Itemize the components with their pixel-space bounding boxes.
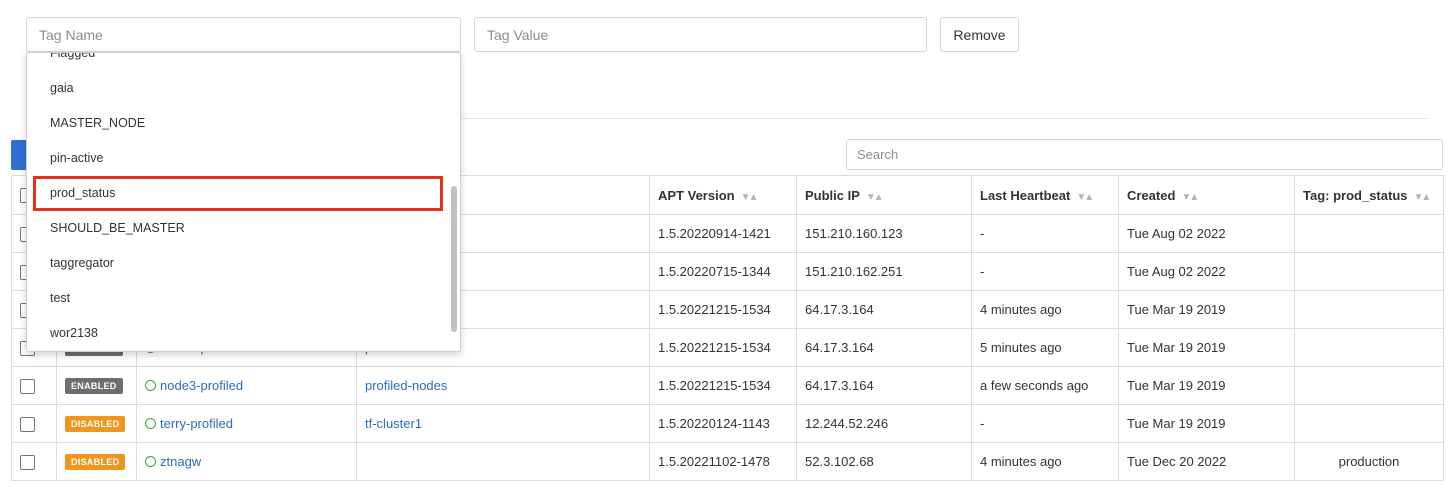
apt-version-header[interactable]: APT Version ▼▲ — [649, 175, 797, 215]
public-ip-cell: 151.210.162.251 — [796, 252, 972, 291]
tag-name-input[interactable] — [26, 17, 461, 52]
cluster-cell: tf-cluster1 — [356, 404, 650, 443]
node-name: node3-profiled — [160, 377, 244, 393]
last-heartbeat-cell: a few seconds ago — [971, 366, 1119, 405]
status-badge: DISABLED — [65, 454, 126, 470]
node-link[interactable]: node3-profiled — [145, 378, 243, 393]
remove-button[interactable]: Remove — [940, 17, 1019, 52]
sort-arrows-icon[interactable]: ▼▲ — [741, 192, 759, 203]
status-cell: DISABLED — [56, 404, 137, 443]
node-link[interactable]: terry-profiled — [145, 416, 233, 431]
sort-arrows-icon[interactable]: ▼▲ — [866, 192, 884, 203]
row-select-cell[interactable] — [11, 366, 57, 405]
dropdown-option[interactable]: Flagged — [27, 53, 447, 71]
table-row[interactable]: DISABLED terry-profiled tf-cluster1 1.5.202… — [11, 404, 1444, 443]
divider — [462, 118, 1428, 119]
circle-outline-icon — [145, 379, 156, 391]
name-cell: terry-profiled — [136, 404, 357, 443]
apt-version-cell: 1.5.20220914-1421 — [649, 214, 797, 253]
tag-value-cell — [1294, 214, 1444, 253]
created-header[interactable]: Created ▼▲ — [1118, 175, 1295, 215]
dropdown-option[interactable]: MASTER_NODE — [27, 106, 447, 141]
created-cell: Tue Dec 20 2022 — [1118, 442, 1295, 481]
sort-arrows-icon[interactable]: ▼▲ — [1076, 192, 1094, 203]
dropdown-option[interactable]: wor2138 — [27, 316, 447, 351]
tag-prod-status-header[interactable]: Tag: prod_status ▼▲ — [1294, 175, 1444, 215]
cluster-cell — [356, 442, 650, 481]
created-cell: Tue Aug 02 2022 — [1118, 214, 1295, 253]
tag-value-cell — [1294, 404, 1444, 443]
tag-name-dropdown[interactable]: Flagged gaia MASTER_NODE pin-active prod_sta… — [26, 52, 461, 352]
dropdown-option[interactable]: SHOULD_BE_MASTER — [27, 211, 447, 246]
cluster-cell: profiled-nodes — [356, 366, 650, 405]
dropdown-list: Flagged gaia MASTER_NODE pin-active prod_sta… — [27, 53, 447, 351]
dropdown-option[interactable]: gaia — [27, 71, 447, 106]
row-checkbox[interactable] — [20, 454, 35, 470]
public-ip-header[interactable]: Public IP ▼▲ — [796, 175, 972, 215]
sort-arrows-icon[interactable]: ▼▲ — [1181, 192, 1199, 203]
cluster-link[interactable]: profiled-nodes — [365, 378, 447, 393]
apt-version-cell: 1.5.20221215-1534 — [649, 366, 797, 405]
last-heartbeat-header[interactable]: Last Heartbeat ▼▲ — [971, 175, 1119, 215]
created-cell: Tue Aug 02 2022 — [1118, 252, 1295, 291]
tag-value-cell — [1294, 366, 1444, 405]
dropdown-option[interactable]: prod_status — [33, 176, 443, 211]
last-heartbeat-cell: - — [971, 252, 1119, 291]
public-ip-cell: 64.17.3.164 — [796, 366, 972, 405]
created-cell: Tue Mar 19 2019 — [1118, 366, 1295, 405]
public-ip-cell: 64.17.3.164 — [796, 290, 972, 329]
row-checkbox[interactable] — [20, 416, 35, 432]
node-link[interactable]: ztnagw — [145, 454, 201, 469]
node-name: ztnagw — [160, 453, 202, 469]
dropdown-option[interactable]: taggregator — [27, 246, 447, 281]
status-cell: DISABLED — [56, 442, 137, 481]
table-row[interactable]: DISABLED ztnagw 1.5.20221102-1478 52.3.102.… — [11, 442, 1444, 481]
tag-value-cell: production — [1294, 442, 1444, 481]
last-heartbeat-cell: 5 minutes ago — [971, 328, 1119, 367]
node-name: terry-profiled — [160, 415, 233, 431]
tag-value-cell — [1294, 328, 1444, 367]
created-cell: Tue Mar 19 2019 — [1118, 404, 1295, 443]
status-badge: DISABLED — [65, 416, 126, 432]
dropdown-option[interactable]: pin-active — [27, 141, 447, 176]
created-cell: Tue Mar 19 2019 — [1118, 328, 1295, 367]
tag-value-input[interactable] — [474, 17, 927, 52]
tag-value-cell — [1294, 290, 1444, 329]
row-checkbox[interactable] — [20, 378, 35, 394]
public-ip-cell: 64.17.3.164 — [796, 328, 972, 367]
apt-version-cell: 1.5.20220124-1143 — [649, 404, 797, 443]
public-ip-cell: 151.210.160.123 — [796, 214, 972, 253]
apt-version-cell: 1.5.20221215-1534 — [649, 328, 797, 367]
tag-value-cell — [1294, 252, 1444, 291]
apt-version-cell: 1.5.20221215-1534 — [649, 290, 797, 329]
table-row[interactable]: ENABLED node3-profiled profiled-nodes 1.5.2… — [11, 366, 1444, 405]
dropdown-scrollbar[interactable] — [451, 186, 457, 332]
search-input[interactable] — [846, 139, 1443, 170]
last-heartbeat-cell: - — [971, 404, 1119, 443]
last-heartbeat-cell: 4 minutes ago — [971, 442, 1119, 481]
apt-version-cell: 1.5.20220715-1344 — [649, 252, 797, 291]
dropdown-option[interactable]: test — [27, 281, 447, 316]
circle-outline-icon — [145, 455, 156, 467]
row-select-cell[interactable] — [11, 442, 57, 481]
row-select-cell[interactable] — [11, 404, 57, 443]
public-ip-cell: 12.244.52.246 — [796, 404, 972, 443]
status-badge: ENABLED — [65, 378, 123, 394]
sort-arrows-icon[interactable]: ▼▲ — [1414, 192, 1432, 203]
status-cell: ENABLED — [56, 366, 137, 405]
created-cell: Tue Mar 19 2019 — [1118, 290, 1295, 329]
last-heartbeat-cell: - — [971, 214, 1119, 253]
apt-version-cell: 1.5.20221102-1478 — [649, 442, 797, 481]
name-cell: ztnagw — [136, 442, 357, 481]
last-heartbeat-cell: 4 minutes ago — [971, 290, 1119, 329]
name-cell: node3-profiled — [136, 366, 357, 405]
add-button[interactable] — [11, 140, 27, 170]
circle-outline-icon — [145, 417, 156, 429]
cluster-link[interactable]: tf-cluster1 — [365, 416, 422, 431]
public-ip-cell: 52.3.102.68 — [796, 442, 972, 481]
